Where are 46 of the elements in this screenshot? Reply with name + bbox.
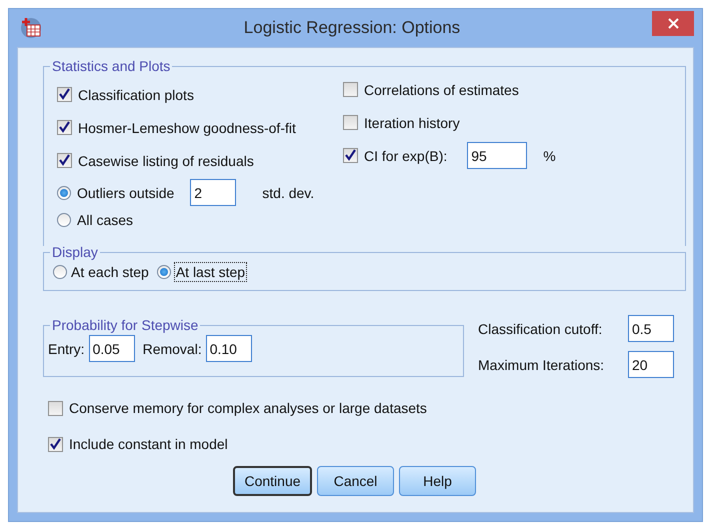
checkbox[interactable] xyxy=(343,148,358,163)
checkbox-label[interactable]: Correlations of estimates xyxy=(364,82,519,98)
group-title: Display xyxy=(51,244,99,260)
group-title: Statistics and Plots xyxy=(51,58,172,74)
app-icon xyxy=(20,17,42,39)
radio-label[interactable]: At each step xyxy=(71,264,149,280)
radio-label[interactable]: All cases xyxy=(77,212,134,228)
radio-button[interactable] xyxy=(57,212,71,226)
unit-label: std. dev. xyxy=(262,184,314,200)
checkbox[interactable] xyxy=(343,115,358,130)
input-field[interactable]: 20 xyxy=(628,351,674,378)
field-label: Removal: xyxy=(142,340,202,356)
checkbox[interactable] xyxy=(57,87,72,102)
unit-label: % xyxy=(543,148,556,164)
checkbox-label[interactable]: CI for exp(B): xyxy=(364,148,448,164)
checkbox-label[interactable]: Hosmer-Lemeshow goodness-of-fit xyxy=(78,120,296,136)
checkbox-label[interactable]: Iteration history xyxy=(364,114,460,130)
radio-label[interactable]: At last step xyxy=(174,263,246,281)
radio-button[interactable] xyxy=(57,186,71,200)
radio-button[interactable] xyxy=(53,265,67,279)
checkbox[interactable] xyxy=(57,153,72,168)
field-label: Classification cutoff: xyxy=(478,320,602,336)
ci-field[interactable]: 95 xyxy=(467,142,528,169)
checkbox[interactable] xyxy=(48,436,63,452)
input-field[interactable]: 0.5 xyxy=(628,315,674,342)
close-icon xyxy=(668,18,678,29)
checkbox-label[interactable]: Casewise listing of residuals xyxy=(78,152,254,168)
dialog-button[interactable]: Continue xyxy=(233,466,312,496)
dialog-button[interactable]: Help xyxy=(399,466,476,496)
checkbox[interactable] xyxy=(57,120,72,135)
dialog-button[interactable]: Cancel xyxy=(317,466,394,496)
checkbox[interactable] xyxy=(48,400,63,416)
close-button[interactable] xyxy=(652,11,694,36)
window-title: Logistic Regression: Options xyxy=(242,18,462,38)
input-field[interactable]: 0.05 xyxy=(88,335,135,362)
group-title: Probability for Stepwise xyxy=(51,317,200,333)
checkbox-label[interactable]: Include constant in model xyxy=(69,436,228,452)
radio-label[interactable]: Outliers outside xyxy=(77,184,174,200)
checkbox-label[interactable]: Classification plots xyxy=(78,86,194,102)
outliers-field[interactable]: 2 xyxy=(190,179,236,206)
input-field[interactable]: 0.10 xyxy=(206,335,252,362)
checkbox-label[interactable]: Conserve memory for complex analyses or large datasets xyxy=(69,400,427,416)
checkbox[interactable] xyxy=(343,82,358,97)
field-label: Maximum Iterations: xyxy=(478,356,604,372)
radio-button[interactable] xyxy=(156,265,171,279)
field-label: Entry: xyxy=(48,340,85,356)
